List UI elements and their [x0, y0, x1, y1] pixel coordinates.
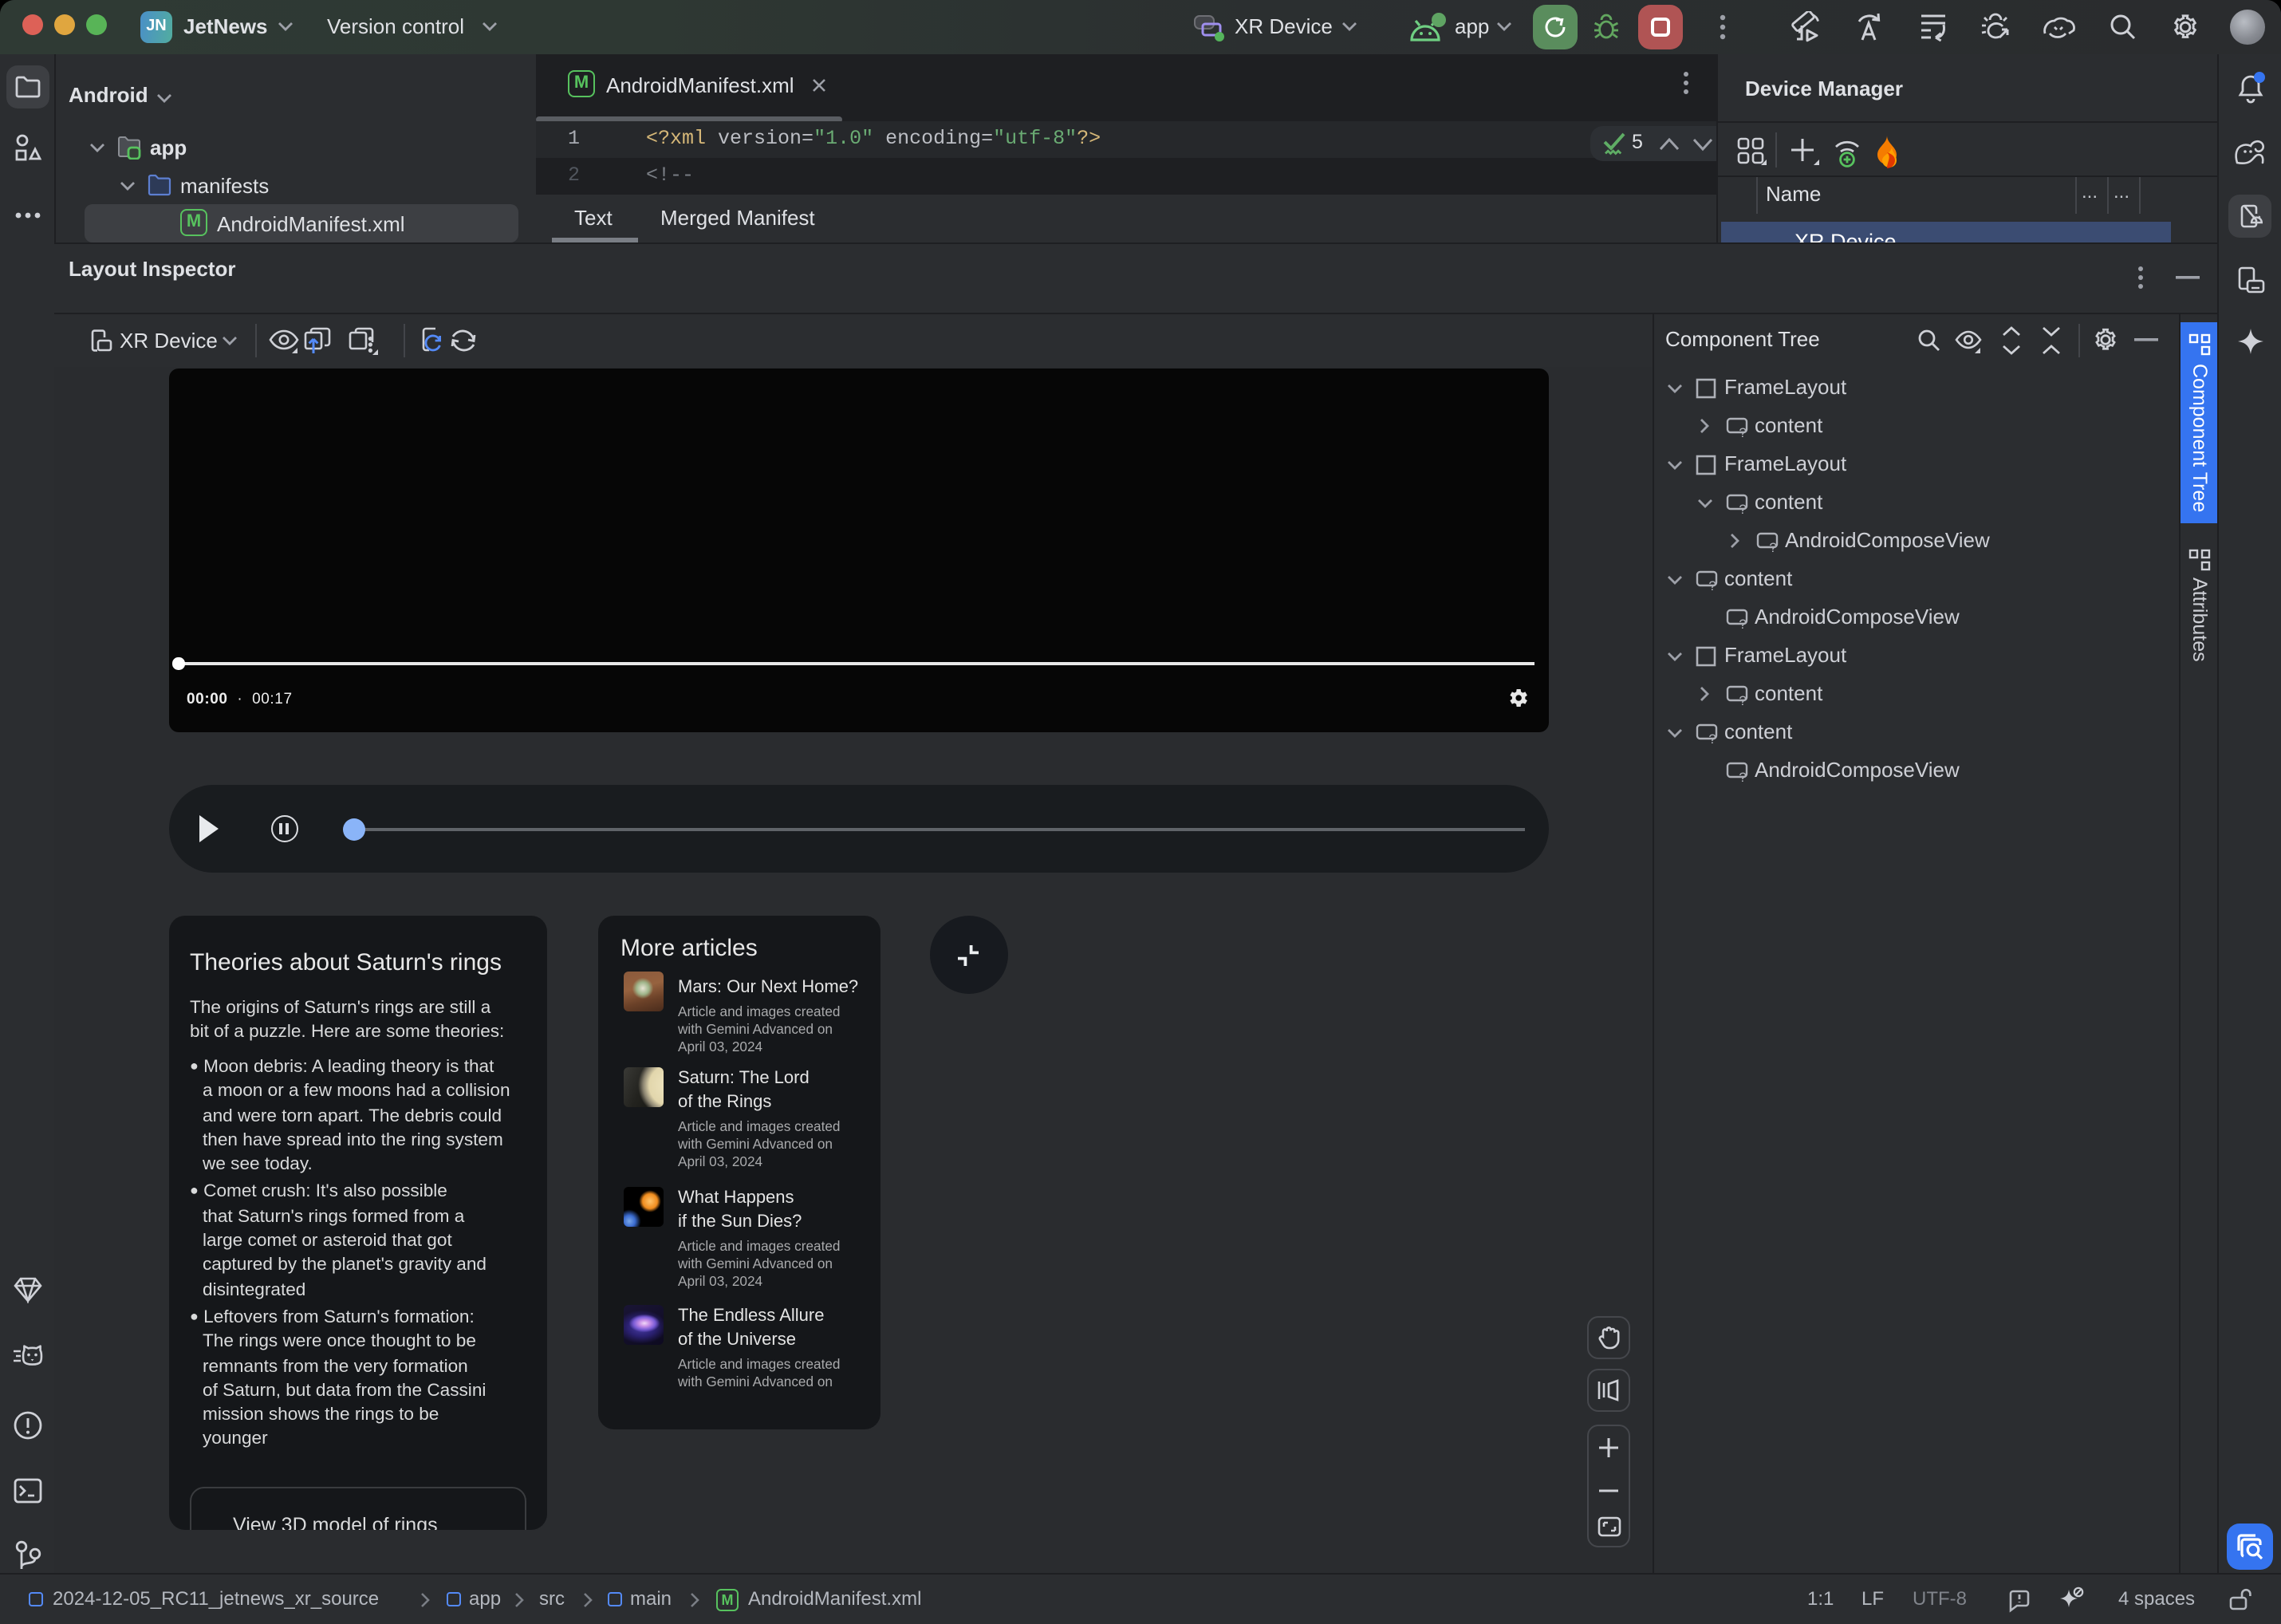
svg-text:?: ? — [1708, 578, 1716, 592]
svg-text:?: ? — [1739, 617, 1746, 630]
svg-text:?: ? — [1708, 731, 1716, 745]
svg-text:?: ? — [1769, 540, 1776, 554]
svg-text:?: ? — [1739, 425, 1746, 439]
svg-text:?: ? — [1739, 502, 1746, 515]
svg-text:?: ? — [1739, 693, 1746, 707]
svg-text:?: ? — [1739, 770, 1746, 783]
